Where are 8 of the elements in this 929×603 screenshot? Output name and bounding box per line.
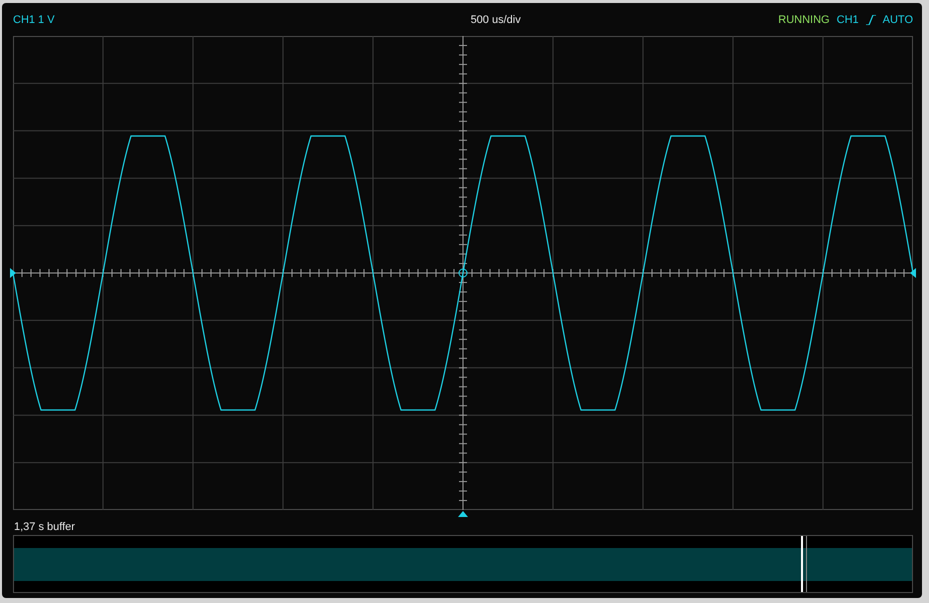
rising-edge-icon [866,14,876,24]
channel-scale: CH1 1 V [13,14,55,26]
trigger-source: CH1 [836,14,859,26]
timebase: 500 us/div [470,14,521,26]
trigger-mode: AUTO [882,14,913,26]
run-status: RUNNING [778,14,830,26]
view-window-handle[interactable] [801,536,807,592]
buffer-label: 1,37 s buffer [14,520,75,532]
